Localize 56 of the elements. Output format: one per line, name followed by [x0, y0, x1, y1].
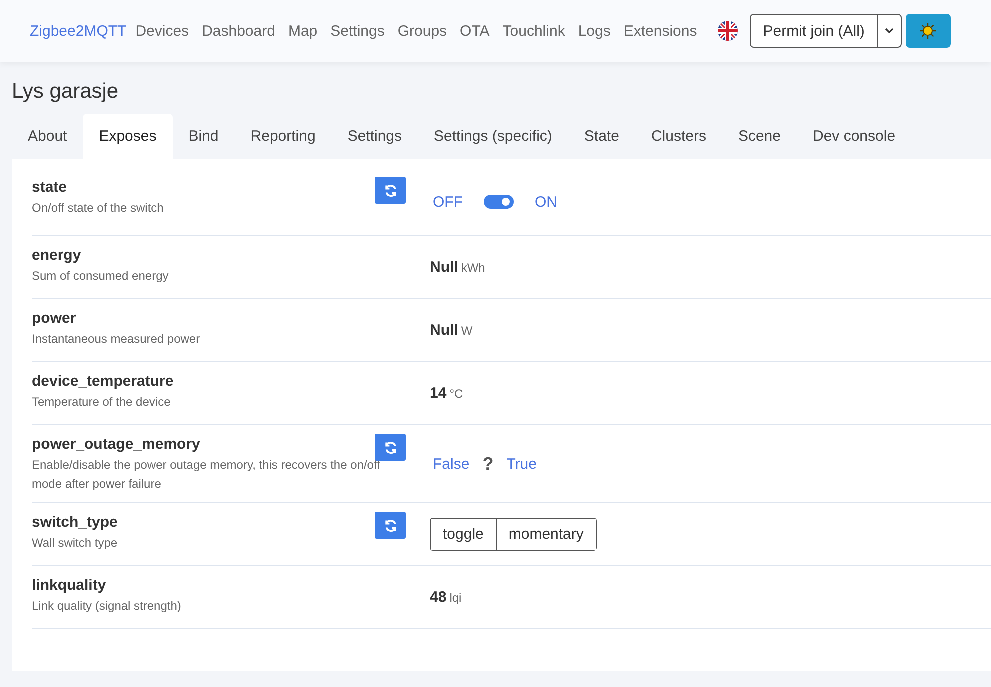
- property-name: linkquality: [32, 577, 108, 594]
- refresh-icon: [384, 184, 398, 198]
- brand-link[interactable]: Zigbee2MQTT: [30, 22, 127, 40]
- refresh-icon: [384, 518, 398, 532]
- property-name: power: [32, 310, 78, 327]
- nav-link[interactable]: Settings: [330, 22, 385, 40]
- flag-icon[interactable]: [718, 21, 738, 41]
- refresh-button[interactable]: [375, 434, 406, 461]
- property-description: On/off state of the switch: [32, 200, 165, 217]
- nav-link[interactable]: Touchlink: [502, 22, 566, 40]
- nav-link[interactable]: Extensions: [624, 22, 698, 40]
- tab[interactable]: Bind: [172, 114, 235, 159]
- tab[interactable]: Exposes: [83, 114, 173, 159]
- property-name: state: [32, 179, 68, 196]
- false-label[interactable]: False: [430, 456, 473, 472]
- refresh-button[interactable]: [375, 512, 406, 539]
- property-description: Instantaneous measured power: [32, 331, 202, 348]
- nav-link[interactable]: Groups: [398, 22, 448, 40]
- property-description: Link quality (signal strength): [32, 598, 182, 615]
- value-text: 48 lqi: [430, 589, 462, 606]
- refresh-icon: [384, 440, 398, 454]
- caret-icon: [884, 28, 894, 34]
- tab[interactable]: Scene: [722, 114, 797, 159]
- nav-link[interactable]: Logs: [578, 22, 611, 40]
- tab[interactable]: Settings: [332, 114, 418, 159]
- tab[interactable]: Settings (specific): [418, 114, 568, 159]
- true-label[interactable]: True: [504, 456, 540, 472]
- tab[interactable]: Reporting: [234, 114, 332, 159]
- value-text: 14 °C: [430, 385, 464, 402]
- tab[interactable]: About: [12, 114, 84, 159]
- nav-link[interactable]: Devices: [136, 22, 190, 40]
- value-text: Null W: [430, 322, 473, 339]
- property-description: Sum of consumed energy: [32, 268, 170, 285]
- theme-button[interactable]: [906, 14, 951, 48]
- property-description: Wall switch type: [32, 535, 119, 552]
- property-name: power_outage_memory: [32, 436, 202, 453]
- on-label[interactable]: ON: [532, 194, 560, 210]
- property-name: energy: [32, 247, 82, 264]
- tab[interactable]: State: [568, 114, 636, 159]
- option-button[interactable]: momentary: [496, 519, 596, 550]
- nav-link[interactable]: Map: [288, 22, 318, 40]
- toggle-switch[interactable]: [484, 195, 514, 209]
- property-description: Temperature of the device: [32, 394, 172, 411]
- property-name: device_temperature: [32, 373, 175, 390]
- tab[interactable]: Dev console: [797, 114, 912, 159]
- sun-icon: [919, 22, 938, 40]
- nav-link[interactable]: Dashboard: [202, 22, 276, 40]
- unknown-mark: ?: [482, 454, 494, 474]
- nav-link[interactable]: OTA: [460, 22, 490, 40]
- off-label[interactable]: OFF: [430, 194, 466, 210]
- tab[interactable]: Clusters: [635, 114, 722, 159]
- property-name: switch_type: [32, 514, 119, 531]
- refresh-button[interactable]: [375, 177, 406, 204]
- device-title: Lys garasje: [11, 79, 120, 105]
- property-description: Enable/disable the power outage memory, this recovers the on/off mode after power failure: [32, 457, 382, 493]
- value-text: Null kWh: [430, 259, 486, 276]
